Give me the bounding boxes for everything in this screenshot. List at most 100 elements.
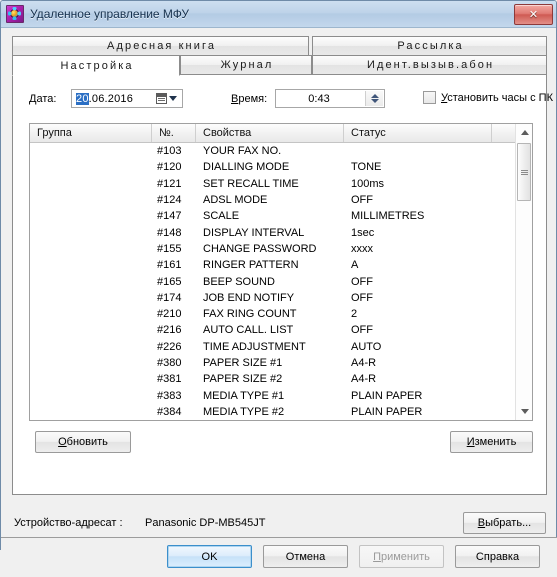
table-row[interactable]: #174 JOB END NOTIFY OFF [30,290,532,306]
scroll-down-arrow-icon[interactable] [516,403,532,420]
table-row[interactable]: #165 BEEP SOUND OFF [30,273,532,289]
cell-number: #383 [157,389,182,402]
tab-caller-id[interactable]: Идент.вызыв.абон [312,55,547,75]
cell-number: #121 [157,177,182,190]
cell-status: A [351,259,359,272]
sync-clock-checkbox[interactable]: Установить часы с ПК [423,91,553,104]
command-bar: OK Отмена Применить Справка [1,538,557,577]
table-row[interactable]: #383 MEDIA TYPE #1 PLAIN PAPER [30,387,532,403]
scroll-thumb[interactable] [517,143,531,201]
cell-property: DIALLING MODE [203,161,290,174]
dialog-client-area: Адресная книга Рассылка Настройка Журнал… [1,28,557,577]
cell-property: YOUR FAX NO. [203,145,282,158]
cell-status: 1sec [351,226,375,239]
cell-property: BEEP SOUND [203,275,275,288]
table-row[interactable]: #161 RINGER PATTERN A [30,257,532,273]
change-button[interactable]: Изменить [450,431,533,453]
cell-number: #174 [157,291,182,304]
table-row[interactable]: #155 CHANGE PASSWORD xxxx [30,241,532,257]
cell-status: AUTO [351,340,382,353]
cell-property: PAPER SIZE #2 [203,373,283,386]
datetime-row: Дата: 20.06.2016 Время: 0:43 Установить … [13,89,553,113]
cell-property: JOB END NOTIFY [203,291,295,304]
tab-strip: Адресная книга Рассылка Настройка Журнал… [12,36,547,76]
cell-status: OFF [351,291,373,304]
settings-table: Группа №. Свойства Статус #103 YOUR FAX N… [29,123,533,421]
table-row[interactable]: #216 AUTO CALL. LIST OFF [30,322,532,338]
refresh-button[interactable]: Обновить [35,431,131,453]
table-row[interactable]: #148 DISPLAY INTERVAL 1sec [30,224,532,240]
cell-status: PLAIN PAPER [351,405,423,418]
remote-control-dialog: Удаленное управление МФУ ✕ Адресная книг… [0,0,557,577]
table-vertical-scrollbar[interactable] [515,124,532,420]
target-device-value: Panasonic DP-MB545JT [145,517,266,529]
column-header-number[interactable]: №. [152,124,196,142]
spinner-down-arrow-icon[interactable] [370,99,379,103]
tab-address-book[interactable]: Адресная книга [12,36,309,56]
table-row[interactable]: #226 TIME ADJUSTMENT AUTO [30,339,532,355]
table-row[interactable]: #124 ADSL MODE OFF [30,192,532,208]
cell-status: 2 [351,308,358,321]
checkbox-box[interactable] [423,91,436,104]
cell-status: xxxx [351,242,373,255]
select-device-button[interactable]: Выбрать... [463,512,546,534]
close-icon[interactable]: ✕ [514,4,553,25]
column-header-property[interactable]: Свойства [196,124,344,142]
cell-status: 100ms [351,177,385,190]
cell-status: OFF [351,275,373,288]
cell-number: #226 [157,340,182,353]
table-row[interactable]: #381 PAPER SIZE #2 A4-R [30,371,532,387]
tab-distribution[interactable]: Рассылка [312,36,547,56]
cell-number: #384 [157,405,182,418]
app-icon [6,5,24,23]
settings-tab-page: Дата: 20.06.2016 Время: 0:43 Установить … [12,75,553,495]
cell-number: #210 [157,308,182,321]
cell-number: #120 [157,161,182,174]
cell-property: RINGER PATTERN [203,259,299,272]
table-header-row: Группа №. Свойства Статус [30,124,532,143]
cell-status: OFF [351,194,373,207]
cell-property: DISPLAY INTERVAL [203,226,305,239]
scroll-up-arrow-icon[interactable] [516,124,532,141]
tab-settings[interactable]: Настройка [12,55,180,76]
column-header-status[interactable]: Статус [344,124,492,142]
ok-button[interactable]: OK [167,545,252,568]
column-header-group[interactable]: Группа [30,124,152,142]
help-button[interactable]: Справка [455,545,540,568]
table-row[interactable]: #147 SCALE MILLIMETRES [30,208,532,224]
cell-number: #381 [157,373,182,386]
cell-number: #161 [157,259,182,272]
cell-property: MEDIA TYPE #1 [203,389,285,402]
cell-property: FAX RING COUNT [203,308,297,321]
cell-number: #216 [157,324,182,337]
cell-property: PAPER SIZE #1 [203,357,283,369]
cell-property: SCALE [203,210,240,223]
table-row[interactable]: #121 SET RECALL TIME 100ms [30,176,532,192]
cell-number: #155 [157,242,182,255]
cell-number: #148 [157,226,182,239]
cell-number: #147 [157,210,182,223]
cancel-button[interactable]: Отмена [263,545,348,568]
table-row[interactable]: #103 YOUR FAX NO. [30,143,532,159]
table-row[interactable]: #120 DIALLING MODE TONE [30,159,532,175]
target-device-label: Устройство-адресат : [14,517,123,529]
table-row[interactable]: #380 PAPER SIZE #1 A4-R [30,355,532,371]
time-spinner-icon[interactable] [365,91,383,106]
date-rest-part: .06.2016 [88,92,134,105]
date-dropdown-button[interactable] [151,91,181,106]
cell-number: #380 [157,357,182,369]
date-input[interactable]: 20.06.2016 [71,89,183,108]
cell-property: AUTO CALL. LIST [203,324,294,337]
table-row[interactable]: #384 MEDIA TYPE #2 PLAIN PAPER [30,404,532,420]
cell-number: #103 [157,145,182,158]
cell-property: TIME ADJUSTMENT [203,340,306,353]
spinner-up-arrow-icon[interactable] [370,94,379,98]
tab-journal[interactable]: Журнал [180,55,312,75]
cell-property: MEDIA TYPE #2 [203,405,285,418]
window-title: Удаленное управление МФУ [30,7,189,21]
table-row[interactable]: #210 FAX RING COUNT 2 [30,306,532,322]
time-value: 0:43 [308,92,330,105]
time-input[interactable]: 0:43 [275,89,385,108]
cell-number: #165 [157,275,182,288]
cell-status: A4-R [351,357,377,369]
